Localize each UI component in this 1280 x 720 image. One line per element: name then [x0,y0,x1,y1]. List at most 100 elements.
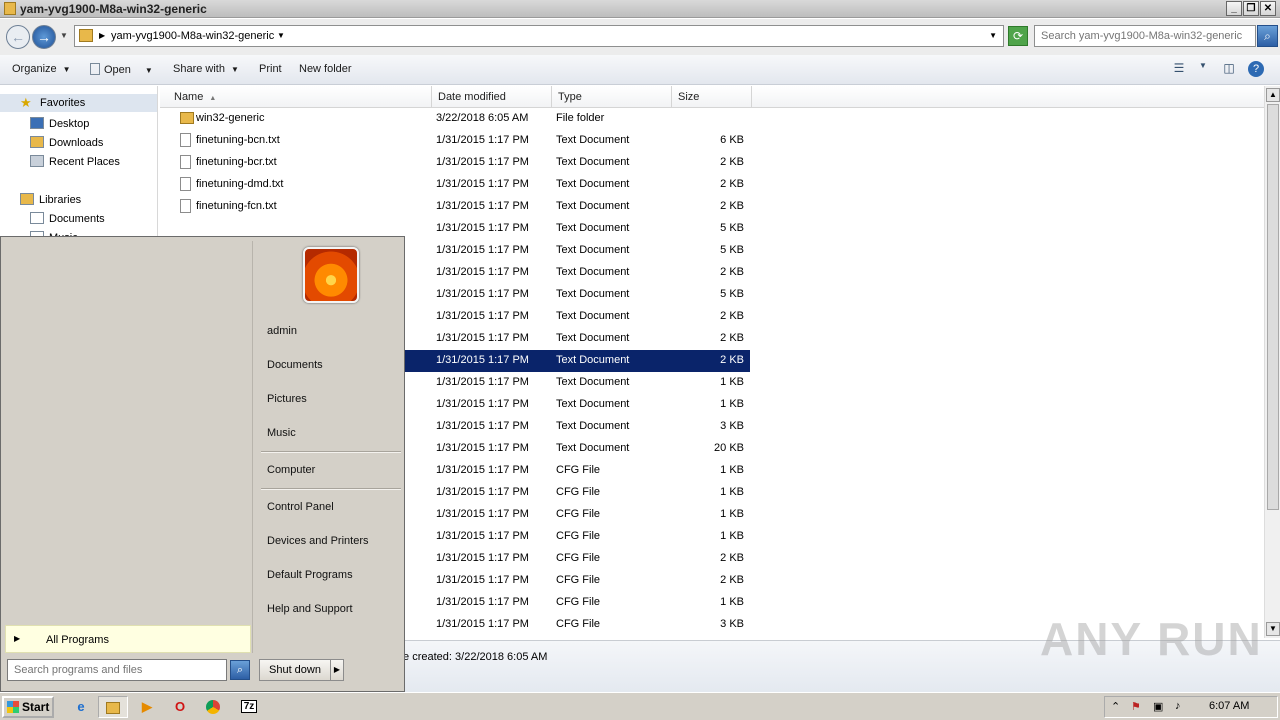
address-box[interactable]: ▶ yam-yvg1900-M8a-win32-generic ▼ ▼ [74,25,1004,47]
file-type: CFG File [556,486,600,498]
all-programs-button[interactable]: ▶ All Programs [5,625,251,653]
file-type: Text Document [556,266,630,278]
refresh-button[interactable]: ⟳ [1008,26,1028,46]
start-link-music[interactable]: Music [267,427,296,439]
shut-down-button[interactable]: Shut down [259,659,331,681]
file-type: CFG File [556,574,600,586]
scroll-thumb[interactable] [1267,104,1279,510]
file-type: Text Document [556,376,630,388]
shut-down-options-icon[interactable]: ▶ [331,659,344,681]
internet-explorer-icon[interactable]: e [66,696,96,718]
sort-ascending-icon: ▲ [209,95,217,102]
action-center-icon[interactable]: ⚑ [1131,700,1141,713]
forward-button[interactable]: → [32,25,56,49]
close-button[interactable]: ✕ [1260,1,1276,16]
file-size: 2 KB [720,332,744,344]
file-date: 1/31/2015 1:17 PM [436,178,529,190]
media-player-icon[interactable]: ▶ [132,696,162,718]
view-dropdown-icon[interactable]: ▼ [1194,61,1212,77]
table-row[interactable]: win32-generic 3/22/2018 6:05 AM File folde… [160,108,750,130]
nav-recent-places[interactable]: Recent Places [30,155,120,168]
file-date: 1/31/2015 1:17 PM [436,310,529,322]
windows-logo-icon [7,701,19,713]
start-link-help-support[interactable]: Help and Support [267,603,353,615]
open-button[interactable]: Open ▼ [90,63,153,76]
print-button[interactable]: Print [259,63,282,75]
start-link-computer[interactable]: Computer [267,464,315,476]
file-size: 2 KB [720,552,744,564]
start-button[interactable]: Start [2,696,54,718]
column-header-size[interactable]: Size [672,86,752,108]
breadcrumb-path[interactable]: yam-yvg1900-M8a-win32-generic [111,30,274,42]
scroll-up-icon[interactable]: ▲ [1266,88,1280,102]
search-icon[interactable]: ⌕ [1257,25,1278,47]
breadcrumb-chevron-icon[interactable]: ▶ [99,31,105,40]
table-row[interactable]: finetuning-bcn.txt 1/31/2015 1:17 PM Text … [160,130,750,152]
breadcrumb-dropdown-icon[interactable]: ▼ [277,31,285,40]
file-size: 1 KB [720,530,744,542]
file-size: 1 KB [720,596,744,608]
nav-documents[interactable]: Documents [30,212,105,225]
nav-downloads[interactable]: Downloads [30,136,103,149]
search-icon[interactable]: ⌕ [230,660,250,680]
column-header-date[interactable]: Date modified [432,86,552,108]
start-link-default-programs[interactable]: Default Programs [267,569,353,581]
chrome-icon[interactable] [198,696,228,718]
system-tray: ⌃ ⚑ ▣ ♪ 6:07 AM [1104,696,1278,718]
downloads-icon [30,136,44,148]
start-link-pictures[interactable]: Pictures [267,393,307,405]
show-hidden-icons-icon[interactable]: ⌃ [1111,700,1120,713]
7zip-icon[interactable]: 7z [234,696,264,718]
start-link-devices-printers[interactable]: Devices and Printers [267,535,369,547]
new-folder-button[interactable]: New folder [299,63,352,75]
minimize-button[interactable]: _ [1226,1,1242,16]
file-date: 1/31/2015 1:17 PM [436,288,529,300]
table-row[interactable]: finetuning-dmd.txt 1/31/2015 1:17 PM Text … [160,174,750,196]
start-search-field[interactable] [7,659,227,681]
file-size: 1 KB [720,376,744,388]
start-link-user[interactable]: admin [267,325,297,337]
organize-button[interactable]: Organize ▼ [12,63,71,75]
start-link-documents[interactable]: Documents [267,359,323,371]
folder-icon [79,29,93,42]
volume-icon[interactable]: ♪ [1175,700,1181,712]
recent-pages-chevron-icon[interactable]: ▼ [60,31,68,40]
file-size: 5 KB [720,244,744,256]
file-name: win32-generic [196,112,265,124]
restore-button[interactable]: ❐ [1243,1,1259,16]
address-history-dropdown-icon[interactable]: ▼ [989,31,997,40]
start-search-input[interactable] [8,660,226,680]
folder-icon [180,112,194,124]
opera-icon[interactable]: O [165,696,195,718]
column-header-name[interactable]: Name ▲ [168,86,432,108]
search-input[interactable] [1035,26,1255,46]
file-date: 1/31/2015 1:17 PM [436,574,529,586]
file-date: 1/31/2015 1:17 PM [436,156,529,168]
table-row[interactable]: finetuning-fcn.txt 1/31/2015 1:17 PM Text … [160,196,750,218]
view-options-icon[interactable]: ☰ [1170,61,1188,77]
file-size: 5 KB [720,222,744,234]
file-explorer-icon[interactable] [98,696,128,718]
vertical-scrollbar[interactable]: ▲ ▼ [1264,86,1280,638]
user-avatar[interactable] [303,247,359,303]
column-header-type[interactable]: Type [552,86,672,108]
nav-libraries[interactable]: Libraries [20,193,81,206]
clock[interactable]: 6:07 AM [1209,700,1249,712]
nav-desktop[interactable]: Desktop [30,117,89,130]
file-type: Text Document [556,156,630,168]
table-row[interactable]: finetuning-bcr.txt 1/31/2015 1:17 PM Text … [160,152,750,174]
file-date: 1/31/2015 1:17 PM [436,266,529,278]
documents-icon [30,212,44,224]
share-with-button[interactable]: Share with ▼ [173,63,239,75]
search-field[interactable] [1034,25,1256,47]
scroll-down-icon[interactable]: ▼ [1266,622,1280,636]
nav-favorites[interactable]: ★ Favorites [0,94,157,112]
preview-pane-icon[interactable]: ◫ [1220,61,1238,77]
network-icon[interactable]: ▣ [1153,700,1163,713]
back-button[interactable]: ← [6,25,30,49]
file-type: Text Document [556,442,630,454]
file-type: Text Document [556,332,630,344]
file-type: CFG File [556,508,600,520]
start-link-control-panel[interactable]: Control Panel [267,501,334,513]
help-icon[interactable]: ? [1248,61,1264,77]
